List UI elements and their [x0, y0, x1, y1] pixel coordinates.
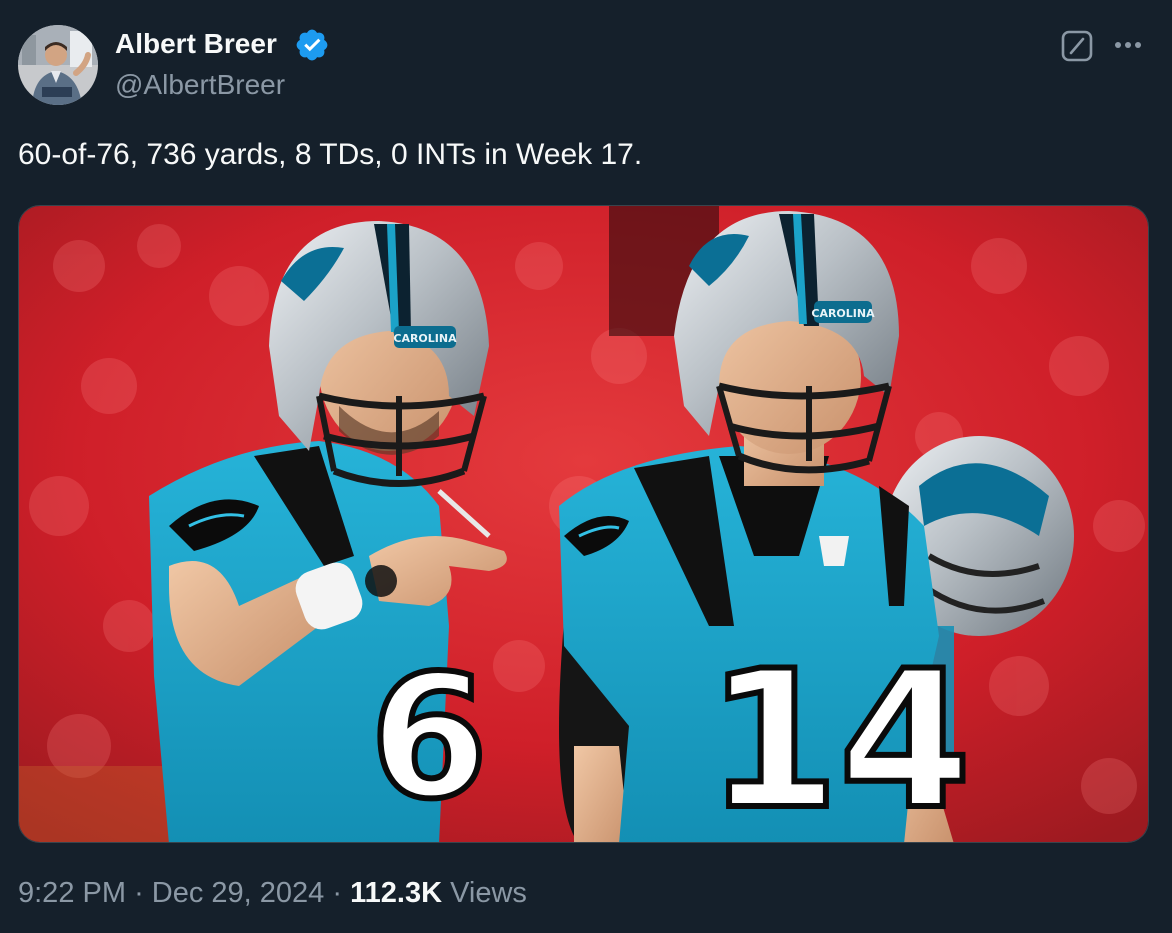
tweet-card: Albert Breer @AlbertBreer 60-of-76, 736 … [0, 0, 1172, 933]
verified-badge-icon [294, 27, 330, 63]
more-horizontal-icon[interactable] [1110, 30, 1146, 60]
photo-two-quarterbacks: 14 CAROLINA 6 CAROLINA [19, 206, 1148, 843]
jersey-number-14: 14 [707, 630, 971, 843]
tweet-text: 60-of-76, 736 yards, 8 TDs, 0 INTs in We… [18, 138, 643, 171]
helmet-text-right: CAROLINA [811, 307, 875, 320]
tweet-meta: 9:22 PM · Dec 29, 2024 · 112.3K Views [18, 877, 527, 910]
tweet-timestamp[interactable]: 9:22 PM · Dec 29, 2024 [18, 877, 324, 909]
meta-separator: · [332, 877, 343, 909]
jersey-number-6: 6 [370, 639, 488, 837]
tweet-time: 9:22 PM [18, 877, 126, 909]
views-count: 112.3K [350, 877, 443, 909]
tweet-photo[interactable]: 14 CAROLINA 6 CAROLINA [18, 205, 1149, 843]
author-name[interactable]: Albert Breer [115, 28, 277, 60]
helmet-text-left: CAROLINA [393, 332, 457, 345]
avatar-image [18, 25, 98, 105]
meta-separator: · [134, 877, 144, 909]
author-avatar[interactable] [18, 25, 98, 105]
views-label: Views [450, 877, 527, 909]
author-handle[interactable]: @AlbertBreer [115, 69, 285, 101]
grok-icon[interactable] [1060, 29, 1094, 63]
tweet-date: Dec 29, 2024 [151, 877, 325, 909]
